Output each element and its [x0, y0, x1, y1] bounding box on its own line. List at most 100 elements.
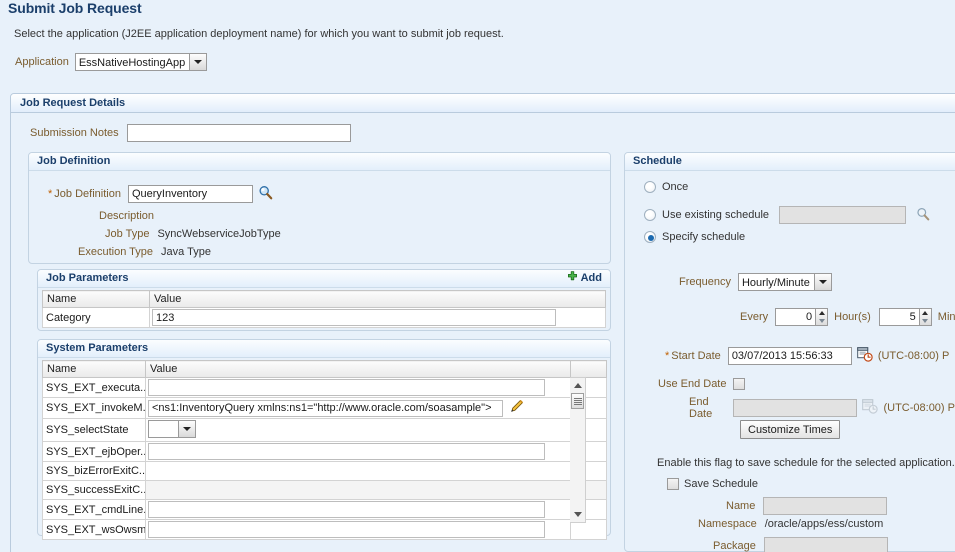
minutes-input[interactable]	[878, 308, 919, 326]
col-value: Value	[149, 290, 606, 308]
table-row[interactable]: Category	[42, 307, 606, 328]
sysparam-value-input[interactable]	[148, 379, 545, 396]
add-parameter-label: Add	[580, 272, 602, 284]
hours-spin-buttons[interactable]	[815, 308, 829, 326]
minutes-stepper[interactable]	[878, 308, 932, 326]
schedule-name-label: Name	[726, 500, 756, 512]
start-date-row: * Start Date (UTC-08:00) P	[665, 347, 949, 365]
page-instruction: Select the application (J2EE application…	[14, 28, 504, 40]
hours-input[interactable]	[775, 308, 816, 326]
param-value-input[interactable]	[152, 309, 556, 326]
plus-icon	[567, 271, 578, 285]
radio-use-existing-icon[interactable]	[644, 209, 656, 221]
chevron-down-icon[interactable]	[813, 274, 831, 290]
col-value: Value	[145, 360, 571, 378]
pencil-edit-icon[interactable]	[509, 399, 524, 417]
col-name: Name	[42, 360, 146, 378]
chevron-down-icon[interactable]	[178, 421, 195, 437]
calendar-clock-icon	[862, 399, 879, 417]
sysparam-value	[145, 480, 571, 500]
table-row[interactable]: SYS_EXT_executa...	[42, 377, 607, 398]
table-row[interactable]: SYS_EXT_ejbOper...	[42, 441, 607, 462]
save-schedule-row[interactable]: Save Schedule	[667, 478, 758, 490]
existing-schedule-input[interactable]	[779, 206, 907, 224]
job-request-details-title: Job Request Details	[11, 94, 955, 113]
sysparam-value-input[interactable]	[148, 399, 503, 417]
end-date-timezone: (UTC-08:00) P	[883, 402, 955, 414]
minutes-increment-icon[interactable]	[920, 309, 931, 317]
sysparam-value-input[interactable]	[148, 443, 545, 460]
table-row[interactable]: SYS_bizErrorExitC...	[42, 461, 607, 481]
hours-stepper[interactable]	[775, 308, 829, 326]
chevron-down-icon[interactable]	[189, 54, 207, 70]
table-row[interactable]: SYS_EXT_invokeM...	[42, 397, 607, 419]
execution-type-value: Java Type	[161, 246, 211, 258]
use-end-date-row[interactable]: Use End Date	[658, 378, 746, 390]
execution-type-label: Execution Type	[78, 246, 154, 258]
application-label: Application	[15, 56, 69, 68]
job-definition-title: Job Definition	[29, 153, 610, 171]
job-type-row: Job Type SyncWebserviceJobType	[105, 228, 281, 240]
schedule-option-use-existing[interactable]: Use existing schedule	[644, 206, 930, 224]
sysparam-value-cell	[145, 418, 571, 442]
submission-notes-input[interactable]	[126, 124, 351, 142]
end-date-input[interactable]	[733, 399, 858, 417]
schedule-title: Schedule	[625, 153, 955, 171]
schedule-option-once-label: Once	[662, 181, 689, 193]
start-date-timezone: (UTC-08:00) P	[877, 350, 950, 362]
sysparam-value-input[interactable]	[148, 501, 545, 518]
scroll-down-icon[interactable]	[570, 507, 585, 522]
save-schedule-label: Save Schedule	[684, 478, 758, 490]
schedule-name-input[interactable]	[763, 497, 888, 515]
job-parameters-header: Job Parameters Add	[38, 270, 610, 288]
scroll-up-icon[interactable]	[570, 378, 585, 393]
sysparam-select-value	[149, 421, 178, 437]
sysparam-name: SYS_EXT_cmdLine....	[42, 499, 146, 520]
table-row[interactable]: SYS_selectState	[42, 418, 607, 442]
customize-times-button[interactable]: Customize Times	[740, 420, 841, 439]
sysparam-select[interactable]	[148, 420, 196, 438]
sysparam-name: SYS_bizErrorExitC...	[42, 461, 146, 481]
frequency-select-value: Hourly/Minute	[741, 277, 810, 289]
end-date-label: End Date	[689, 396, 713, 420]
schedule-option-once[interactable]: Once	[644, 181, 688, 193]
sysparam-name: SYS_selectState	[42, 418, 146, 442]
start-date-input[interactable]	[727, 347, 852, 365]
sysparam-value-cell	[145, 377, 571, 398]
table-row[interactable]: SYS_EXT_cmdLine....	[42, 499, 607, 520]
description-row: Description	[99, 210, 162, 222]
sysparam-value	[145, 461, 571, 481]
minutes-unit-label: Minute(	[937, 311, 955, 323]
submission-notes-label: Submission Notes	[30, 127, 119, 139]
radio-specify-icon[interactable]	[644, 231, 656, 243]
search-icon[interactable]	[258, 185, 273, 203]
execution-type-row: Execution Type Java Type	[78, 246, 211, 258]
system-parameters-scrollbar[interactable]	[570, 377, 586, 523]
system-parameters-table: Name Value SYS_EXT_executa... SYS_EXT_in…	[42, 360, 607, 540]
schedule-package-input[interactable]	[763, 537, 888, 552]
minutes-spin-buttons[interactable]	[918, 308, 932, 326]
use-end-date-checkbox[interactable]	[733, 378, 746, 390]
add-parameter-button[interactable]: Add	[567, 271, 602, 285]
application-select[interactable]: EssNativeHostingApp	[74, 53, 208, 71]
minutes-decrement-icon[interactable]	[920, 317, 931, 325]
job-type-value: SyncWebserviceJobType	[157, 228, 281, 240]
job-definition-label: Job Definition	[54, 188, 121, 200]
schedule-option-specify[interactable]: Specify schedule	[644, 231, 745, 243]
sysparam-value-cell	[145, 519, 571, 540]
hours-increment-icon[interactable]	[816, 309, 827, 317]
scrollbar-thumb[interactable]	[571, 393, 584, 409]
radio-once-icon[interactable]	[644, 181, 656, 193]
search-icon[interactable]	[916, 207, 930, 224]
sysparam-value-input[interactable]	[148, 521, 545, 538]
table-row[interactable]: SYS_successExitC...	[42, 480, 607, 500]
job-definition-input[interactable]	[127, 185, 253, 203]
save-schedule-checkbox[interactable]	[667, 478, 679, 490]
table-row[interactable]: SYS_EXT_wsOwsm...	[42, 519, 607, 540]
calendar-clock-icon[interactable]	[857, 347, 873, 365]
hours-decrement-icon[interactable]	[816, 317, 827, 325]
schedule-package-row: Package	[713, 537, 888, 552]
schedule-name-row: Name	[726, 497, 888, 515]
frequency-select[interactable]: Hourly/Minute	[737, 273, 832, 291]
start-date-label: Start Date	[671, 350, 721, 362]
